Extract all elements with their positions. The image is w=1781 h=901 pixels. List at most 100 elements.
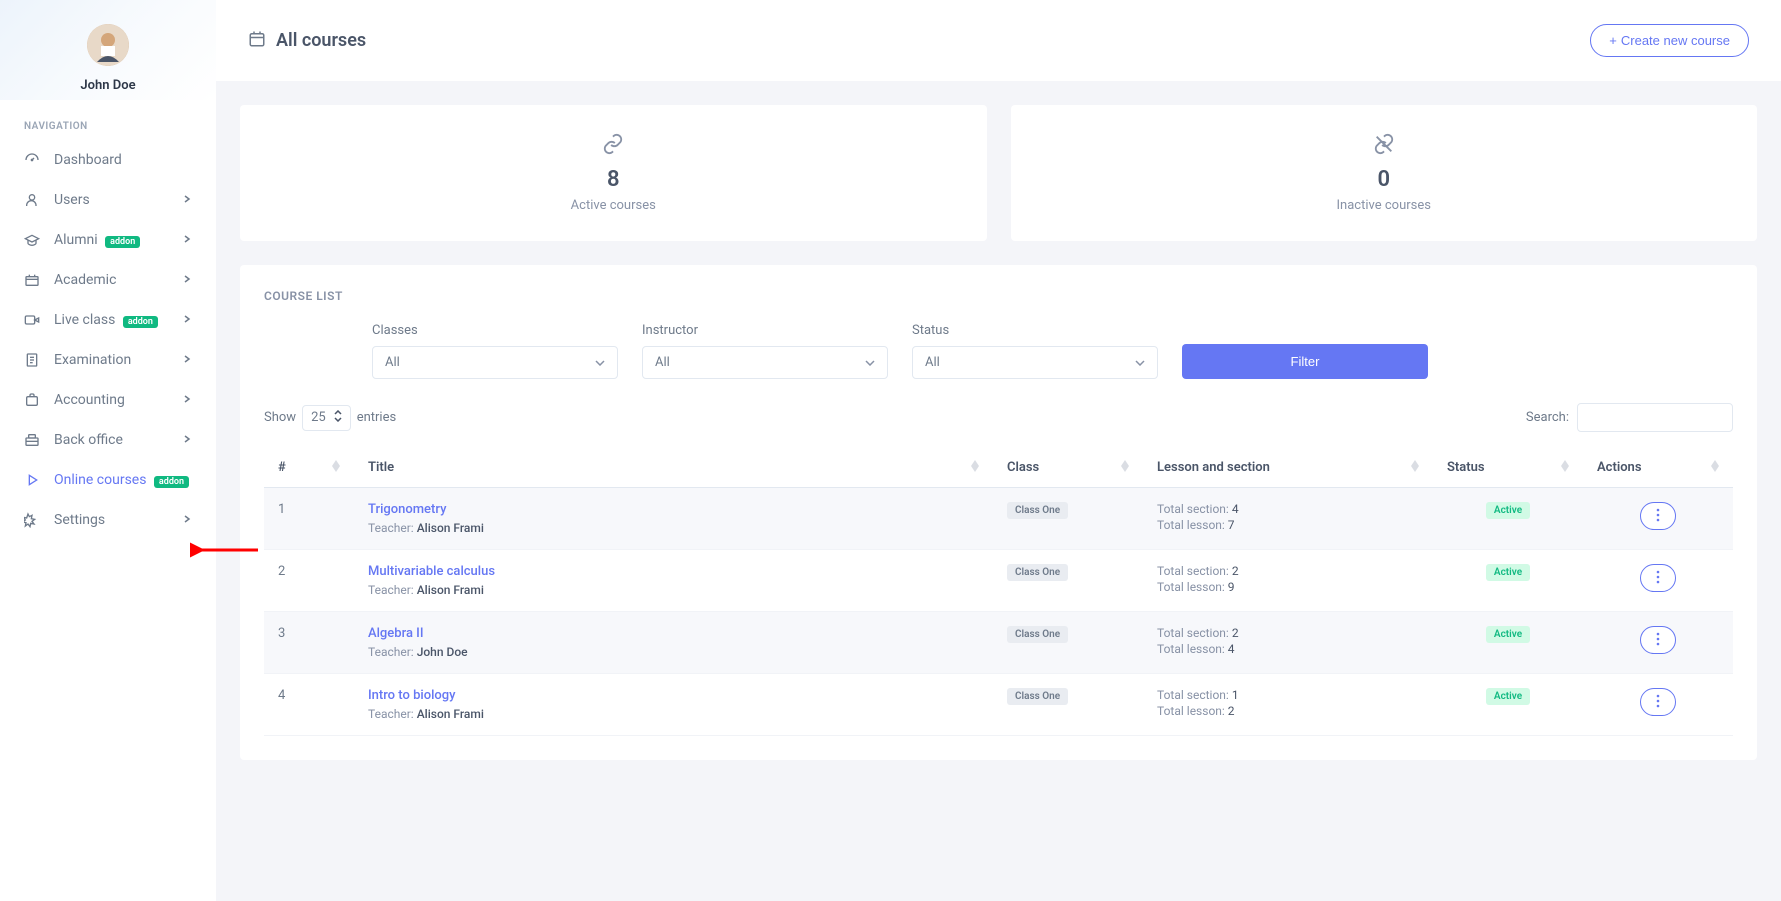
cell-title: Intro to biology Teacher: Alison Frami [354,674,993,736]
nav-heading: NAVIGATION [0,109,216,140]
status-badge: Active [1486,502,1530,519]
entries-select[interactable]: 25 [302,405,351,431]
accounting-icon [24,392,40,408]
col-header-status[interactable]: Status [1433,448,1583,488]
teacher-line: Teacher: Alison Frami [368,707,979,721]
col-header-class[interactable]: Class [993,448,1143,488]
cell-status: Active [1433,612,1583,674]
avatar[interactable] [87,24,129,66]
row-actions-button[interactable] [1640,564,1676,592]
sidebar-item-back-office[interactable]: Back office [0,420,216,460]
users-icon [24,192,40,208]
chevron-down-icon [865,355,875,370]
sort-icon [1711,460,1719,472]
sidebar-item-label: Back office [54,432,182,448]
more-vertical-icon [1656,570,1660,587]
search-wrap: Search: [1526,403,1733,432]
create-course-button[interactable]: + Create new course [1590,24,1749,57]
cell-index: 3 [264,612,354,674]
teacher-line: Teacher: Alison Frami [368,521,979,535]
examination-icon [24,352,40,368]
sidebar-item-label: Academic [54,272,182,288]
chevron-down-icon [1135,355,1145,370]
online-courses-icon [24,472,40,488]
col-header-actions[interactable]: Actions [1583,448,1733,488]
cell-lesson: Total section: 1Total lesson: 2 [1143,674,1433,736]
more-vertical-icon [1656,694,1660,711]
nav: Dashboard Users Alumni addon Academic Live c… [0,140,216,540]
chevron-down-icon [595,355,605,370]
cell-class: Class One [993,488,1143,550]
table-row: 2Multivariable calculusTeacher: Alison F… [264,550,1733,612]
chevron-right-icon [182,232,192,248]
sidebar-item-label: Alumni addon [54,232,182,248]
cell-status: Active [1433,488,1583,550]
course-title-link[interactable]: Intro to biology [368,688,979,703]
filter-button[interactable]: Filter [1182,344,1428,379]
back-office-icon [24,432,40,448]
show-label: Show [264,410,296,425]
stats: 8 Active courses 0 Inactive courses [216,81,1781,265]
cell-lesson: Total section: 2Total lesson: 4 [1143,612,1433,674]
select-arrows-icon [334,410,342,426]
course-title-link[interactable]: Trigonometry [368,502,979,517]
filter-status-select[interactable]: All [912,346,1158,379]
more-vertical-icon [1656,508,1660,525]
sidebar-item-accounting[interactable]: Accounting [0,380,216,420]
course-title-link[interactable]: Multivariable calculus [368,564,979,579]
sidebar-item-label: Accounting [54,392,182,408]
alumni-icon [24,232,40,248]
course-list-card: COURSE LIST Classes All Instructor All S… [240,265,1757,760]
search-input[interactable] [1577,403,1733,432]
create-course-label: Create new course [1621,33,1730,48]
sidebar-item-live-class[interactable]: Live class addon [0,300,216,340]
chevron-right-icon [182,192,192,208]
teacher-line: Teacher: John Doe [368,645,979,659]
sidebar-item-users[interactable]: Users [0,180,216,220]
cell-class: Class One [993,612,1143,674]
col-header-index[interactable]: # [264,448,354,488]
cell-title: Multivariable calculusTeacher: Alison Fr… [354,550,993,612]
chevron-right-icon [182,512,192,528]
col-header-lesson[interactable]: Lesson and section [1143,448,1433,488]
filter-instructor-select[interactable]: All [642,346,888,379]
sidebar-item-label: Users [54,192,182,208]
filter-classes-select[interactable]: All [372,346,618,379]
row-actions-button[interactable] [1640,688,1676,716]
filters: Classes All Instructor All Status All [264,323,1733,379]
row-actions-button[interactable] [1640,502,1676,530]
class-badge: Class One [1007,688,1068,705]
row-actions-button[interactable] [1640,626,1676,654]
cell-index: 4 [264,674,354,736]
sidebar-item-academic[interactable]: Academic [0,260,216,300]
cell-title: Trigonometry Teacher: Alison Frami [354,488,993,550]
sidebar-item-alumni[interactable]: Alumni addon [0,220,216,260]
sidebar-item-online-courses[interactable]: Online courses addon [0,460,216,500]
col-header-title[interactable]: Title [354,448,993,488]
sort-icon [332,460,340,472]
filter-status-label: Status [912,323,1158,338]
cell-index: 2 [264,550,354,612]
cell-class: Class One [993,550,1143,612]
sidebar-item-label: Dashboard [54,152,192,168]
sidebar-item-examination[interactable]: Examination [0,340,216,380]
cell-status: Active [1433,674,1583,736]
table-row: 4 Intro to biology Teacher: Alison Frami Cl… [264,674,1733,736]
course-title-link[interactable]: Algebra II [368,626,979,641]
sort-icon [1121,460,1129,472]
plus-icon: + [1609,33,1617,48]
sidebar-item-label: Online courses addon [54,472,192,488]
sidebar-item-dashboard[interactable]: Dashboard [0,140,216,180]
stat-active-label: Active courses [260,198,967,213]
course-list-title: COURSE LIST [264,289,1733,303]
stat-inactive-courses: 0 Inactive courses [1011,105,1758,241]
academic-icon [24,272,40,288]
table-controls: Show 25 entries Search: [264,403,1733,432]
more-vertical-icon [1656,632,1660,649]
page-title: All courses [276,30,366,51]
sidebar-item-settings[interactable]: Settings [0,500,216,540]
addon-badge: addon [154,476,189,488]
stat-active-value: 8 [260,167,967,192]
show-entries: Show 25 entries [264,405,396,431]
table-row: 3 Algebra II Teacher: John Doe Class OneTot… [264,612,1733,674]
